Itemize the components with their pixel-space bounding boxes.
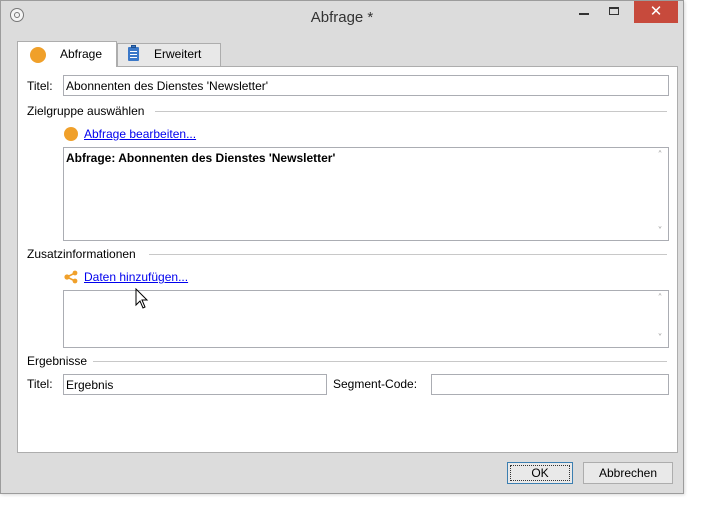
segment-code-input[interactable] [431, 374, 669, 395]
scroll-down-icon[interactable]: ˅ [655, 334, 665, 344]
section-extra-label: Zusatzinformationen [27, 247, 136, 261]
extra-info-box[interactable]: ˄ ˅ [63, 290, 669, 348]
scroll-up-icon[interactable]: ˄ [655, 294, 665, 304]
section-target-label: Zielgruppe auswählen [27, 104, 145, 118]
query-icon [64, 127, 78, 141]
title-input[interactable] [63, 75, 669, 96]
edit-query-link[interactable]: Abfrage bearbeiten... [84, 127, 196, 141]
close-icon: ✕ [649, 2, 663, 20]
tab-erweitert[interactable]: Erweitert [117, 43, 221, 66]
title-label: Titel: [27, 79, 53, 93]
tab-label: Abfrage [60, 47, 103, 61]
scrollbar[interactable]: ˄ ˅ [652, 148, 668, 240]
section-divider [93, 361, 667, 362]
result-title-input[interactable] [63, 374, 327, 395]
tab-label: Erweitert [154, 47, 202, 61]
section-divider [155, 111, 667, 112]
minimize-button[interactable] [571, 1, 597, 23]
clipboard-icon [128, 45, 139, 61]
segment-code-label: Segment-Code: [333, 377, 418, 391]
scroll-up-icon[interactable]: ˄ [655, 151, 665, 161]
dialog-window: Abfrage * ✕ Abfrage Erweitert Titel: Zie… [0, 0, 684, 494]
scroll-down-icon[interactable]: ˅ [655, 227, 665, 237]
mouse-cursor-icon [135, 288, 149, 309]
ok-button[interactable]: OK [507, 462, 573, 484]
add-data-link[interactable]: Daten hinzufügen... [84, 270, 188, 284]
tab-abfrage[interactable]: Abfrage [17, 41, 117, 67]
section-results-label: Ergebnisse [27, 354, 88, 368]
cancel-button[interactable]: Abbrechen [583, 462, 673, 484]
section-divider [149, 254, 667, 255]
share-icon [64, 270, 78, 284]
title-bar: Abfrage * ✕ [1, 1, 683, 33]
scrollbar[interactable]: ˄ ˅ [652, 291, 668, 347]
result-title-label: Titel: [27, 377, 53, 391]
close-button[interactable]: ✕ [634, 1, 678, 23]
query-summary-box[interactable]: Abfrage: Abonnenten des Dienstes 'Newsle… [63, 147, 669, 241]
query-summary-text: Abfrage: Abonnenten des Dienstes 'Newsle… [66, 151, 336, 165]
orange-circle-icon [30, 47, 46, 63]
maximize-button[interactable] [601, 1, 627, 23]
